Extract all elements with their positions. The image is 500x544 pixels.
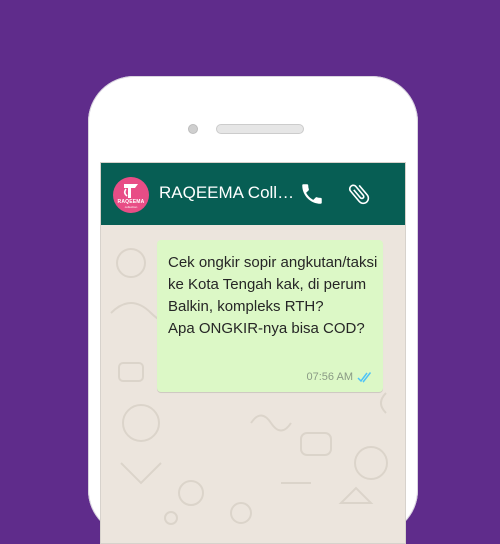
- avatar-tagline: collection: [124, 205, 138, 209]
- earpiece-speaker: [216, 124, 304, 134]
- outgoing-message-bubble[interactable]: Cek ongkir sopir angkutan/taksi ke Kota …: [157, 240, 383, 392]
- message-timestamp: 07:56 AM: [306, 371, 353, 383]
- contact-avatar[interactable]: RAQEEMA collection: [113, 177, 149, 213]
- chat-screen: RAQEEMA collection RAQEEMA Colle... Cek …: [100, 162, 406, 544]
- paperclip-icon[interactable]: [346, 181, 372, 207]
- double-check-icon: [357, 372, 372, 383]
- chat-header: RAQEEMA collection RAQEEMA Colle...: [101, 163, 405, 225]
- phone-frame: RAQEEMA collection RAQEEMA Colle... Cek …: [88, 76, 418, 544]
- message-text: Cek ongkir sopir angkutan/taksi ke Kota …: [168, 254, 378, 337]
- front-camera: [188, 124, 198, 134]
- contact-name[interactable]: RAQEEMA Colle...: [159, 183, 299, 205]
- phone-icon[interactable]: [299, 181, 325, 207]
